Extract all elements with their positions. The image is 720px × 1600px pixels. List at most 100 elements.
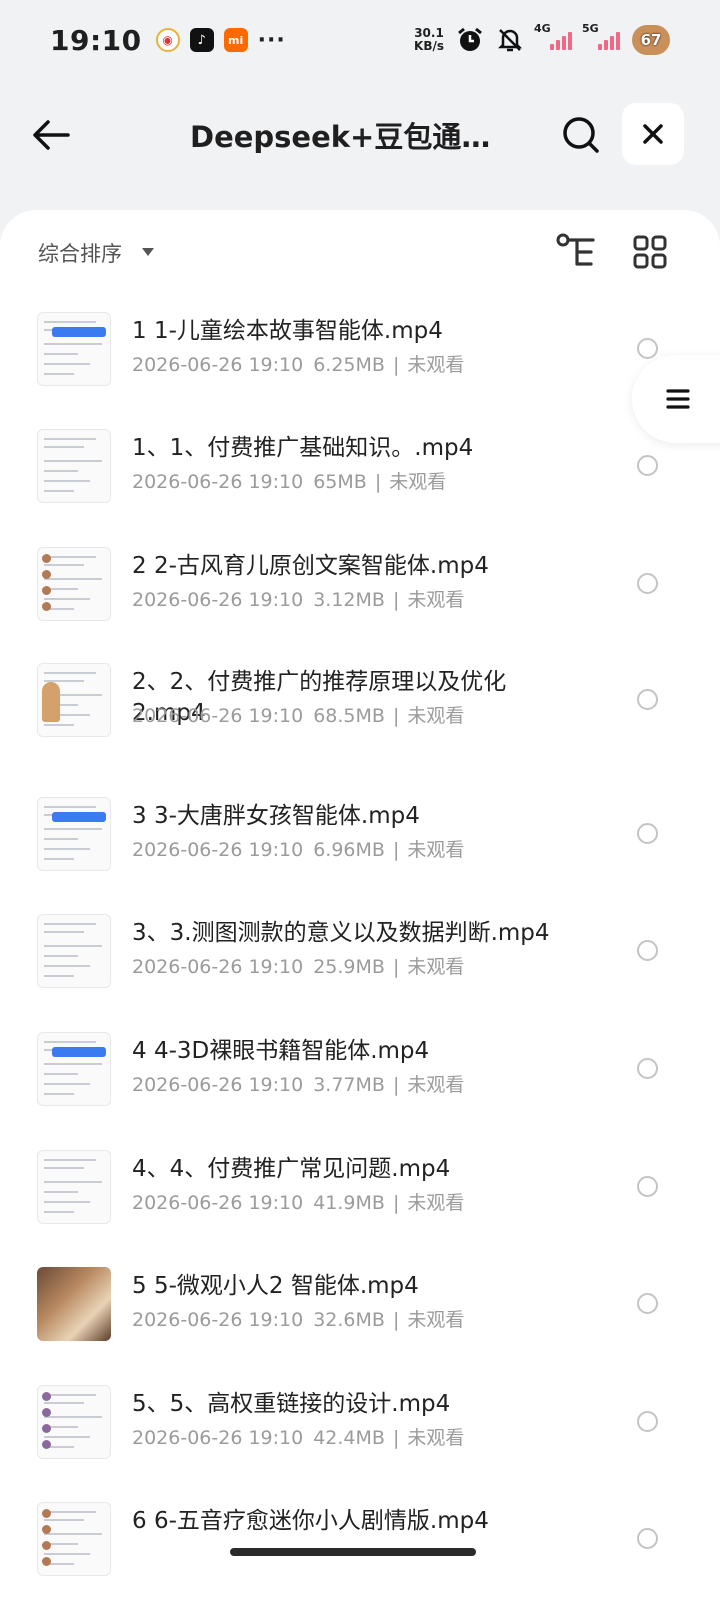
meta-separator: | (392, 1192, 400, 1214)
watch-status: 未观看 (407, 839, 465, 861)
floating-menu-button[interactable] (632, 355, 720, 443)
search-button[interactable] (556, 110, 606, 160)
video-thumbnail (37, 1502, 111, 1576)
file-name: 4、4、付费推广常见问题.mp4 (132, 1156, 451, 1182)
file-size: 42.4MB (313, 1427, 385, 1449)
file-meta: 2026-06-26 19:10 6.96MB | 未观看 (132, 835, 464, 862)
page-title: Deepseek+豆包通用智能体 (190, 120, 510, 154)
file-date: 2026-06-26 19:10 (132, 354, 304, 376)
grid-view-icon[interactable] (632, 234, 668, 270)
net-speed-unit: KB/s (414, 39, 444, 53)
header: Deepseek+豆包通用智能体 (0, 100, 720, 170)
select-radio[interactable] (637, 1176, 658, 1197)
watch-status: 未观看 (407, 1192, 465, 1214)
weibo-icon: ◉ (155, 28, 180, 52)
file-size: 6.96MB (313, 839, 385, 861)
status-right: 30.1 KB/s 4G 5G 67 (414, 22, 670, 55)
meta-separator: | (392, 1309, 400, 1331)
file-meta: 2026-06-26 19:10 3.12MB | 未观看 (132, 585, 464, 612)
net-speed: 30.1 KB/s (414, 27, 444, 53)
file-date: 2026-06-26 19:10 (132, 471, 304, 493)
file-row[interactable]: 2、2、付费推广的推荐原理以及优化2.mp4 2026-06-26 19:10 68… (0, 641, 720, 758)
close-button[interactable] (622, 103, 684, 165)
file-row[interactable]: 4、4、付费推广常见问题.mp4 2026-06-26 19:10 41.9MB | 未… (0, 1128, 720, 1245)
select-radio[interactable] (637, 573, 658, 594)
menu-icon (666, 389, 690, 409)
meta-separator: | (392, 589, 400, 611)
signal-4g-icon: 4G (534, 22, 572, 50)
file-row[interactable]: 5 5-微观小人2 智能体.mp4 2026-06-26 19:10 32.6MB |… (0, 1245, 720, 1362)
meta-separator: | (392, 839, 400, 861)
watch-status: 未观看 (407, 956, 465, 978)
watch-status: 未观看 (389, 471, 447, 493)
tree-view-icon[interactable] (555, 232, 597, 272)
file-row[interactable]: 5、5、高权重链接的设计.mp4 2026-06-26 19:10 42.4MB | 未… (0, 1363, 720, 1480)
meta-separator: | (392, 354, 400, 376)
file-name: 4 4-3D裸眼书籍智能体.mp4 (132, 1038, 430, 1064)
file-list: 1 1-儿童绘本故事智能体.mp4 2026-06-26 19:10 6.25MB |… (0, 290, 720, 1600)
select-radio[interactable] (637, 823, 658, 844)
file-date: 2026-06-26 19:10 (132, 956, 304, 978)
file-name: 1 1-儿童绘本故事智能体.mp4 (132, 318, 443, 344)
watch-status: 未观看 (407, 1309, 465, 1331)
file-size: 65MB (313, 471, 367, 493)
alarm-icon (458, 27, 482, 51)
file-meta: 2026-06-26 19:10 6.25MB | 未观看 (132, 350, 464, 377)
select-radio[interactable] (637, 1293, 658, 1314)
status-bar: 19:10 ◉ ♪ mi ··· 30.1 KB/s 4G 5G 67 (0, 0, 720, 80)
status-time: 19:10 (50, 23, 142, 57)
file-name: 3 3-大唐胖女孩智能体.mp4 (132, 803, 420, 829)
sort-dropdown[interactable]: 综合排序 (38, 238, 122, 268)
home-indicator[interactable] (230, 1548, 476, 1556)
file-meta: 2026-06-26 19:10 32.6MB | 未观看 (132, 1305, 464, 1332)
file-list-panel: 综合排序 1 1-儿童绘本故事智能体.mp4 2026-06-26 19:10 6.… (0, 210, 720, 1600)
file-meta: 2026-06-26 19:10 42.4MB | 未观看 (132, 1423, 464, 1450)
video-thumbnail (37, 1150, 111, 1224)
back-arrow-icon (33, 120, 70, 150)
search-icon (563, 117, 599, 153)
select-radio[interactable] (637, 338, 658, 359)
file-meta: 2026-06-26 19:10 3.77MB | 未观看 (132, 1070, 464, 1097)
watch-status: 未观看 (407, 1074, 465, 1096)
meta-separator: | (392, 956, 400, 978)
more-notifications-icon: ··· (257, 27, 286, 53)
select-radio[interactable] (637, 940, 658, 961)
file-row[interactable]: 3、3.测图测款的意义以及数据判断.mp4 2026-06-26 19:10 25.… (0, 892, 720, 1009)
tiktok-icon: ♪ (189, 28, 214, 52)
video-thumbnail (37, 797, 111, 871)
watch-status: 未观看 (407, 589, 465, 611)
file-size: 41.9MB (313, 1192, 385, 1214)
select-radio[interactable] (637, 455, 658, 476)
video-thumbnail (37, 663, 111, 737)
meta-separator: | (392, 705, 400, 727)
file-size: 68.5MB (313, 705, 385, 727)
file-name: 1、1、付费推广基础知识。.mp4 (132, 435, 474, 461)
select-radio[interactable] (637, 1058, 658, 1079)
file-name: 5、5、高权重链接的设计.mp4 (132, 1391, 451, 1417)
video-thumbnail (37, 1032, 111, 1106)
file-meta: 2026-06-26 19:10 41.9MB | 未观看 (132, 1188, 464, 1215)
file-name: 6 6-五音疗愈迷你小人剧情版.mp4 (132, 1508, 489, 1534)
file-row[interactable]: 1、1、付费推广基础知识。.mp4 2026-06-26 19:10 65MB | 未观… (0, 407, 720, 524)
file-size: 25.9MB (313, 956, 385, 978)
watch-status: 未观看 (407, 705, 465, 727)
file-row[interactable]: 4 4-3D裸眼书籍智能体.mp4 2026-06-26 19:10 3.77MB |… (0, 1010, 720, 1127)
close-icon (643, 124, 663, 144)
video-thumbnail (37, 914, 111, 988)
caret-down-icon[interactable] (142, 248, 154, 256)
select-radio[interactable] (637, 689, 658, 710)
select-radio[interactable] (637, 1411, 658, 1432)
file-row[interactable]: 1 1-儿童绘本故事智能体.mp4 2026-06-26 19:10 6.25MB |… (0, 290, 720, 407)
select-radio[interactable] (637, 1528, 658, 1549)
file-meta: 2026-06-26 19:10 65MB | 未观看 (132, 467, 446, 494)
back-button[interactable] (28, 112, 74, 158)
watch-status: 未观看 (407, 354, 465, 376)
video-thumbnail (37, 429, 111, 503)
file-row[interactable]: 3 3-大唐胖女孩智能体.mp4 2026-06-26 19:10 6.96MB | 未… (0, 775, 720, 892)
file-meta: 2026-06-26 19:10 68.5MB | 未观看 (132, 701, 464, 728)
mute-icon (497, 29, 523, 52)
meta-separator: | (392, 1074, 400, 1096)
file-date: 2026-06-26 19:10 (132, 1309, 304, 1331)
file-row[interactable]: 6 6-五音疗愈迷你小人剧情版.mp4 (0, 1480, 720, 1597)
file-row[interactable]: 2 2-古风育儿原创文案智能体.mp4 2026-06-26 19:10 3.12M… (0, 525, 720, 642)
